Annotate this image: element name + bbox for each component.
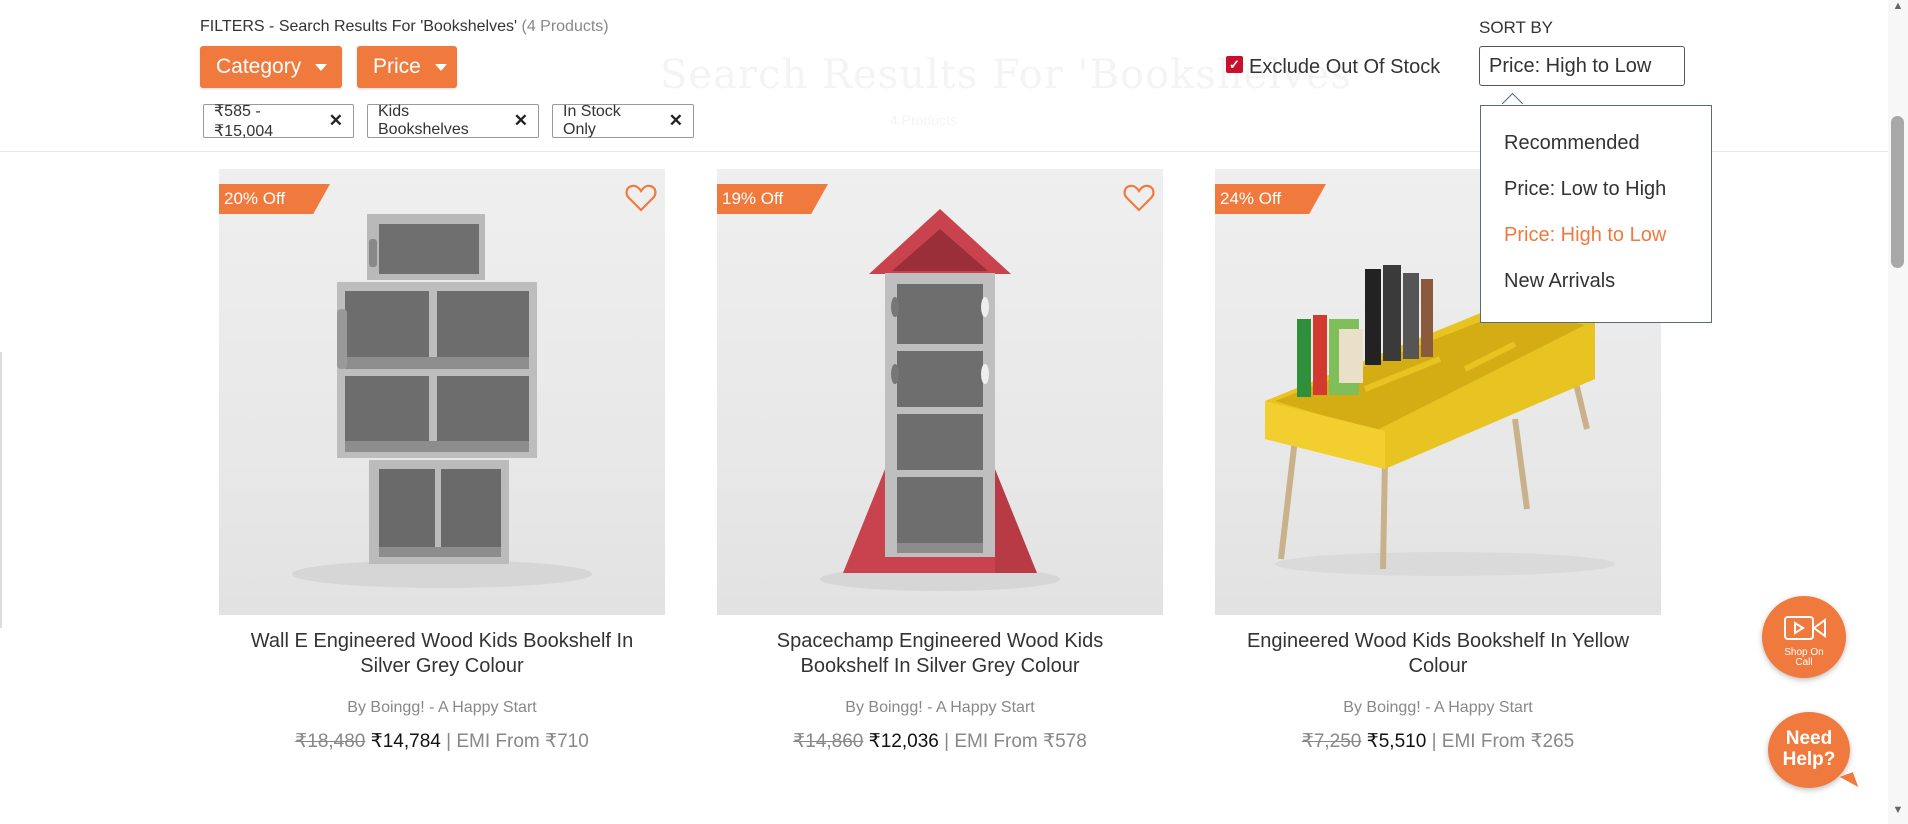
emi-text: | EMI From ₹265 <box>1431 731 1575 752</box>
product-title-line: Bookshelf In Silver Grey Colour <box>800 655 1080 677</box>
sort-option-price-low-high[interactable]: Price: Low to High <box>1504 178 1666 201</box>
product-title-line: Spacechamp Engineered Wood Kids <box>776 630 1104 652</box>
need-help-text: Need Help? <box>1768 728 1850 770</box>
emi-text: | EMI From ₹710 <box>446 731 589 752</box>
filter-chip-label: ₹585 - ₹15,004 <box>214 103 274 140</box>
scrollbar-thumb[interactable] <box>1891 116 1904 268</box>
product-price: ₹18,480 ₹14,784 | EMI From ₹710 <box>219 730 665 753</box>
product-brand[interactable]: By Boingg! - A Happy Start <box>717 699 1163 717</box>
scroll-up-arrow-icon[interactable]: ▲ <box>1890 0 1906 12</box>
shop-on-call-line: Call <box>1795 657 1813 668</box>
scroll-down-arrow-icon[interactable]: ▼ <box>1890 804 1906 818</box>
need-help-line: Help? <box>1782 749 1836 770</box>
product-price: ₹7,250 ₹5,510 | EMI From ₹265 <box>1215 730 1661 753</box>
shop-on-call-text: Shop On Call <box>1762 648 1846 668</box>
background-subheading: 4 Products <box>890 112 957 128</box>
category-filter-button[interactable]: Category <box>200 46 342 88</box>
side-panel-edge <box>0 352 2 628</box>
wishlist-heart-icon[interactable] <box>1123 183 1155 213</box>
need-help-line: Need <box>1785 728 1833 749</box>
emi-text: | EMI From ₹578 <box>944 731 1087 752</box>
robot-bookshelf-image <box>292 214 592 588</box>
product-count: (4 Products) <box>521 18 609 35</box>
caret-down-icon <box>315 63 328 71</box>
mrp-price: ₹14,860 <box>793 731 864 752</box>
filter-chip-in-stock-only[interactable]: In Stock Only ✕ <box>552 103 694 138</box>
discount-badge: 20% Off <box>219 184 330 214</box>
sort-option-new-arrivals[interactable]: New Arrivals <box>1504 270 1615 293</box>
need-help-button[interactable]: Need Help? <box>1768 712 1859 792</box>
exclude-out-of-stock-checkbox[interactable]: ✓ <box>1226 56 1243 73</box>
product-title[interactable]: Engineered Wood Kids Bookshelf In Yellow… <box>1215 629 1661 679</box>
product-title-line: Colour <box>1408 655 1468 677</box>
product-title[interactable]: Wall E Engineered Wood Kids Bookshelf In… <box>219 629 665 679</box>
filters-summary: FILTERS - Search Results For 'Bookshelve… <box>200 18 609 36</box>
product-brand[interactable]: By Boingg! - A Happy Start <box>219 699 665 717</box>
category-filter-label: Category <box>216 55 302 78</box>
close-icon[interactable]: ✕ <box>669 111 683 131</box>
product-title-line: Silver Grey Colour <box>360 655 524 677</box>
close-icon[interactable]: ✕ <box>329 111 343 131</box>
filter-chip-label: Kids Bookshelves <box>378 103 469 138</box>
discount-badge: 24% Off <box>1215 184 1326 214</box>
close-icon[interactable]: ✕ <box>514 111 528 131</box>
price-filter-button[interactable]: Price <box>357 46 457 88</box>
sale-price: ₹14,784 <box>370 731 441 752</box>
sale-price: ₹5,510 <box>1366 731 1427 752</box>
filter-chip-price-range[interactable]: ₹585 - ₹15,004 ✕ <box>203 103 354 140</box>
product-price: ₹14,860 ₹12,036 | EMI From ₹578 <box>717 730 1163 753</box>
rocket-bookshelf-image <box>820 209 1060 591</box>
video-call-icon <box>1784 616 1826 640</box>
caret-down-icon <box>434 63 447 71</box>
sort-dropdown-menu: Recommended Price: Low to High Price: Hi… <box>1480 105 1712 323</box>
product-title[interactable]: Spacechamp Engineered Wood Kids Bookshel… <box>717 629 1163 679</box>
sort-selected-value: Price: High to Low <box>1489 54 1652 77</box>
product-title-line: Engineered Wood Kids Bookshelf In Yellow <box>1246 630 1630 652</box>
product-title-line: Wall E Engineered Wood Kids Bookshelf In <box>250 630 634 652</box>
wishlist-heart-icon[interactable] <box>625 183 657 213</box>
sort-select[interactable]: Price: High to Low <box>1479 46 1685 86</box>
filter-chip-label: In Stock Only <box>563 103 621 138</box>
price-filter-label: Price <box>373 55 421 78</box>
discount-badge: 19% Off <box>717 184 828 214</box>
exclude-out-of-stock-label[interactable]: Exclude Out Of Stock <box>1249 56 1440 79</box>
mrp-price: ₹7,250 <box>1301 731 1362 752</box>
mrp-price: ₹18,480 <box>295 731 366 752</box>
product-image-spacechamp[interactable]: 19% Off <box>717 169 1163 615</box>
sale-price: ₹12,036 <box>868 731 939 752</box>
filters-summary-text: FILTERS - Search Results For 'Bookshelve… <box>200 18 518 35</box>
shop-on-call-button[interactable]: Shop On Call <box>1762 596 1846 678</box>
chat-bubble-tail <box>1839 772 1859 792</box>
sort-option-price-high-low[interactable]: Price: High to Low <box>1504 224 1666 247</box>
product-image-wall-e[interactable]: 20% Off <box>219 169 665 615</box>
product-brand[interactable]: By Boingg! - A Happy Start <box>1215 699 1661 717</box>
filter-chip-kids-bookshelves[interactable]: Kids Bookshelves ✕ <box>367 103 539 138</box>
sort-by-label: SORT BY <box>1479 18 1554 37</box>
sort-option-recommended[interactable]: Recommended <box>1504 132 1640 155</box>
